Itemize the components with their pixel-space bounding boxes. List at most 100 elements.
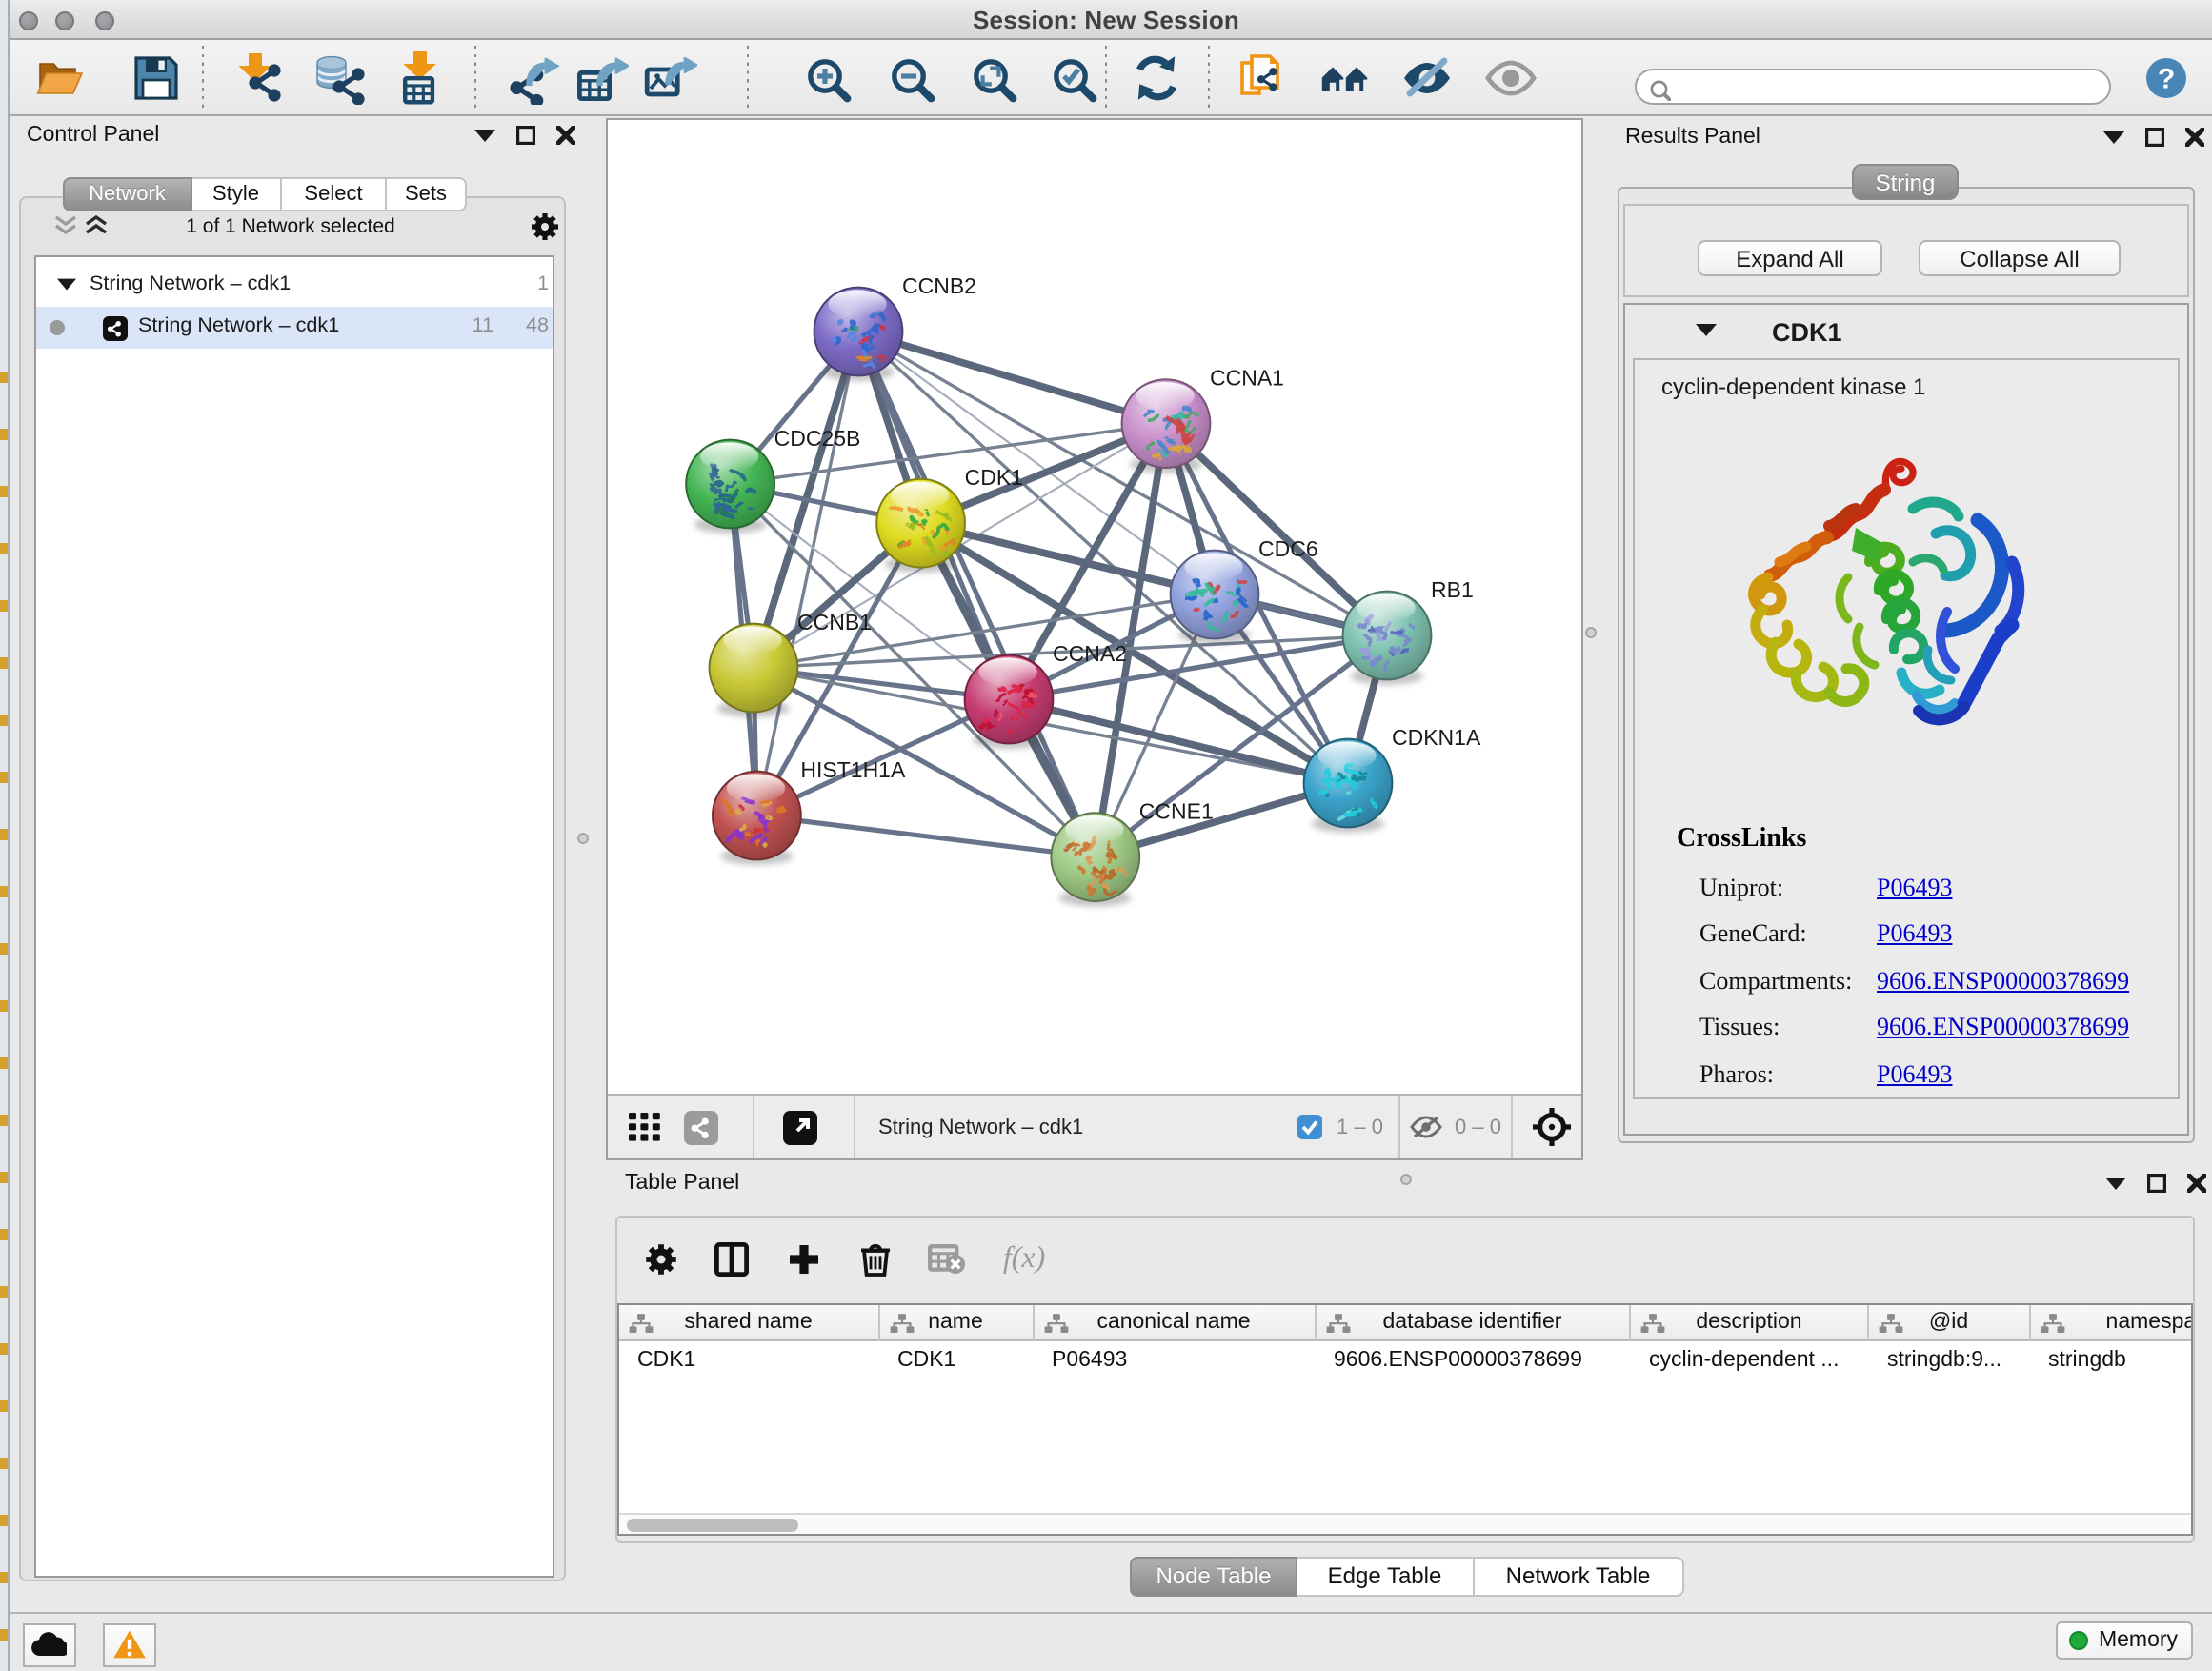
table-cell[interactable]: 9606.ENSP00000378699: [1316, 1341, 1631, 1379]
column-header-name[interactable]: name: [879, 1304, 1034, 1341]
gene-expander-icon[interactable]: [1696, 324, 1717, 337]
export-image-button[interactable]: [643, 51, 696, 105]
network-node-CCNA1[interactable]: [1121, 379, 1210, 473]
table-row[interactable]: CDK1CDK1P064939606.ENSP00000378699cyclin…: [619, 1341, 2193, 1379]
selected-count-indicator[interactable]: 1 – 0: [1297, 1096, 1383, 1158]
delete-table-button[interactable]: [925, 1238, 967, 1279]
column-header-label: namespace: [2106, 1312, 2193, 1335]
export-table-button[interactable]: [575, 51, 629, 105]
table-tab-edge-table[interactable]: Edge Table: [1297, 1557, 1474, 1596]
network-node-CDKN1A[interactable]: [1303, 739, 1392, 833]
bottom-splitter-handle[interactable]: [1400, 1174, 1412, 1185]
hide-selected-button[interactable]: [1400, 51, 1454, 105]
table-cell[interactable]: stringdb: [2030, 1341, 2193, 1379]
memory-button[interactable]: Memory: [2056, 1621, 2192, 1659]
gene-section-header[interactable]: CDK1: [1625, 305, 2187, 358]
column-header-canonical-name[interactable]: canonical name: [1034, 1304, 1316, 1341]
panel-close-icon[interactable]: [556, 126, 575, 145]
panel-menu-icon[interactable]: [474, 129, 495, 142]
crosslink-link[interactable]: P06493: [1877, 918, 1952, 949]
open-session-button[interactable]: [32, 51, 86, 105]
crosslink-link[interactable]: 9606.ENSP00000378699: [1877, 1012, 2129, 1042]
network-options-gear-icon[interactable]: [530, 211, 560, 242]
node-label-CDK1: CDK1: [964, 465, 1022, 490]
control-panel-tab-network[interactable]: Network: [63, 176, 191, 211]
search-input[interactable]: [1679, 72, 2098, 101]
table-cell[interactable]: stringdb:9...: [1869, 1341, 2030, 1379]
refresh-button[interactable]: [1129, 51, 1182, 105]
control-panel-tab-sets[interactable]: Sets: [387, 176, 467, 211]
tree-expander-icon[interactable]: [57, 278, 76, 292]
column-header-shared-name[interactable]: shared name: [619, 1304, 879, 1341]
crosslink-link[interactable]: 9606.ENSP00000378699: [1877, 965, 2129, 996]
gear-icon: [643, 1241, 677, 1276]
column-header-description[interactable]: description: [1631, 1304, 1869, 1341]
cloud-status-button[interactable]: [22, 1622, 75, 1666]
left-splitter-handle[interactable]: [577, 833, 589, 844]
delete-column-button[interactable]: [855, 1238, 896, 1279]
table-cell[interactable]: CDK1: [619, 1341, 879, 1379]
birdseye-grid-button[interactable]: [628, 1096, 660, 1158]
table-settings-button[interactable]: [639, 1238, 681, 1279]
control-panel-tab-style[interactable]: Style: [191, 176, 282, 211]
table-tab-node-table[interactable]: Node Table: [1130, 1557, 1297, 1596]
copy-network-button[interactable]: [1235, 51, 1288, 105]
panel-close-icon[interactable]: [2186, 1174, 2205, 1193]
panel-float-icon[interactable]: [516, 126, 535, 145]
network-node-CDC25B[interactable]: [685, 440, 774, 534]
open-in-window-button[interactable]: [782, 1096, 816, 1158]
hidden-count-indicator[interactable]: 0 – 0: [1409, 1096, 1501, 1158]
network-node-HIST1H1A[interactable]: [712, 772, 800, 865]
collapse-all-button[interactable]: Collapse All: [1919, 240, 2121, 276]
crosslink-link[interactable]: P06493: [1877, 872, 1952, 902]
network-node-CCNB1[interactable]: [709, 624, 797, 717]
function-builder-button[interactable]: f(x): [1003, 1238, 1045, 1279]
panel-close-icon[interactable]: [2185, 128, 2204, 147]
panel-float-icon[interactable]: [2145, 128, 2164, 147]
column-header-database-identifier[interactable]: database identifier: [1316, 1304, 1631, 1341]
export-network-button[interactable]: [506, 51, 559, 105]
column-header-namespace[interactable]: namespace: [2030, 1304, 2193, 1341]
zoom-fit-button[interactable]: [966, 51, 1019, 105]
warning-status-button[interactable]: [103, 1622, 156, 1666]
network-row[interactable]: String Network – cdk1 11 48: [36, 306, 553, 349]
window-titlebar[interactable]: Session: New Session: [0, 0, 2212, 40]
zoom-out-button[interactable]: [883, 51, 936, 105]
panel-menu-icon[interactable]: [2104, 1177, 2125, 1190]
network-share-button[interactable]: [683, 1096, 717, 1158]
show-columns-button[interactable]: [711, 1238, 753, 1279]
zoom-selected-button[interactable]: [1046, 51, 1099, 105]
import-network-from-file-button[interactable]: [231, 51, 285, 105]
center-view-button[interactable]: [1531, 1096, 1571, 1158]
network-collection-row[interactable]: String Network – cdk1 1: [36, 263, 553, 306]
crosslink-link[interactable]: P06493: [1877, 1058, 1952, 1089]
import-table-from-file-button[interactable]: [392, 51, 446, 105]
expand-all-button[interactable]: Expand All: [1698, 240, 1882, 276]
save-session-button[interactable]: [129, 51, 182, 105]
table-horizontal-scrollbar[interactable]: [619, 1513, 2191, 1534]
table-cell[interactable]: cyclin-dependent ...: [1631, 1341, 1869, 1379]
import-network-from-database-button[interactable]: [312, 51, 365, 105]
table-tab-network-table[interactable]: Network Table: [1474, 1557, 1684, 1596]
network-edge-CCNB2-CCNA1[interactable]: [857, 332, 1165, 424]
network-canvas[interactable]: CCNB2CCNA1CDC25BCDK1CDC6RB1CCNB1CCNA2CDK…: [607, 120, 1580, 1094]
show-all-windows-button[interactable]: [1318, 51, 1372, 105]
show-selected-button[interactable]: [1484, 51, 1538, 105]
control-panel-tab-select[interactable]: Select: [282, 176, 387, 211]
panel-menu-icon[interactable]: [2103, 131, 2124, 144]
panel-float-icon[interactable]: [2146, 1174, 2165, 1193]
network-edge-CCNB2-HIST1H1A[interactable]: [755, 332, 857, 815]
add-column-button[interactable]: [782, 1238, 824, 1279]
table-cell[interactable]: P06493: [1034, 1341, 1316, 1379]
zoom-in-button[interactable]: [800, 51, 854, 105]
table-header-row: shared namenamecanonical namedatabase id…: [619, 1304, 2193, 1341]
network-node-RB1[interactable]: [1342, 592, 1431, 685]
scrollbar-thumb[interactable]: [627, 1519, 798, 1532]
column-header-at-id[interactable]: @id: [1869, 1304, 2030, 1341]
results-tab-string[interactable]: String: [1852, 164, 1959, 200]
network-node-CCNE1[interactable]: [1050, 813, 1138, 906]
table-cell[interactable]: CDK1: [879, 1341, 1034, 1379]
right-splitter-handle[interactable]: [1584, 627, 1596, 638]
network-edge-HIST1H1A-CCNE1[interactable]: [755, 815, 1094, 857]
help-button[interactable]: ?: [2140, 51, 2193, 105]
